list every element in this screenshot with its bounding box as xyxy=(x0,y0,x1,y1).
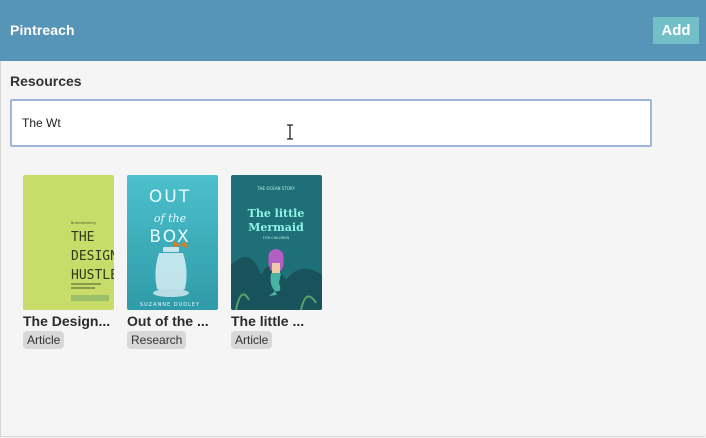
search-field[interactable] xyxy=(10,99,652,147)
resource-card[interactable]: OUT of the BOX SUZANNE DUDLEY Out of the… xyxy=(127,175,219,349)
category-tag: Article xyxy=(23,331,65,349)
svg-text:THE: THE xyxy=(71,230,94,245)
svg-text:DESIGN: DESIGN xyxy=(71,249,114,264)
card-title: The little ... xyxy=(231,313,305,329)
svg-text:The little: The little xyxy=(248,207,305,220)
book-cover-image: Brainstorming THE DESIGN HUSTLE xyxy=(23,175,114,310)
svg-text:HUSTLE: HUSTLE xyxy=(71,268,114,283)
svg-text:FOR CHILDREN: FOR CHILDREN xyxy=(263,236,290,240)
card-title: The Design... xyxy=(23,313,111,329)
book-cover-image: OUT of the BOX SUZANNE DUDLEY xyxy=(127,175,218,310)
svg-text:THE OCEAN STORY: THE OCEAN STORY xyxy=(256,186,295,191)
search-input[interactable] xyxy=(12,101,650,145)
category-tag: Article xyxy=(231,331,273,349)
app-title: Pintreach xyxy=(10,22,75,38)
book-cover-image: THE OCEAN STORY The little Mermaid FOR C… xyxy=(231,175,322,310)
add-button[interactable]: Add xyxy=(653,17,699,44)
svg-text:Mermaid: Mermaid xyxy=(248,221,304,234)
category-tag: Research xyxy=(127,331,187,349)
top-bar: Pintreach Add xyxy=(0,0,706,61)
card-title: Out of the ... xyxy=(127,313,209,329)
svg-text:OUT: OUT xyxy=(149,187,191,207)
resources-heading: Resources xyxy=(10,73,82,89)
svg-text:SUZANNE DUDLEY: SUZANNE DUDLEY xyxy=(140,302,200,308)
resource-card[interactable]: Brainstorming THE DESIGN HUSTLE The Desi… xyxy=(23,175,115,349)
resource-card[interactable]: THE OCEAN STORY The little Mermaid FOR C… xyxy=(231,175,323,349)
svg-text:of the: of the xyxy=(154,212,187,225)
text-cursor-icon xyxy=(287,124,293,140)
svg-text:Brainstorming: Brainstorming xyxy=(71,221,96,225)
